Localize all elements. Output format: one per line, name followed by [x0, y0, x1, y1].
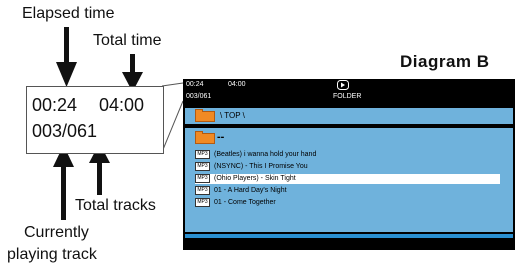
- callout-track-counter: 003/061: [32, 121, 98, 141]
- path-bar: \ TOP \: [185, 108, 513, 124]
- currently-playing-arrow: [53, 145, 74, 220]
- file-list: -- MP3 (Beatles) i wanna hold your hand …: [185, 128, 513, 232]
- folder-icon: [195, 109, 215, 122]
- screen-mode-label: FOLDER: [333, 93, 362, 100]
- list-item[interactable]: MP3 (NSYNC) - This I Promise You: [195, 162, 500, 172]
- track-title: (Ohio Players) - Skin Tight: [214, 175, 296, 182]
- track-title: 01 - Come Together: [214, 199, 276, 206]
- parent-folder-icon[interactable]: [195, 131, 215, 144]
- callout-elapsed: 00:24: [32, 95, 78, 115]
- mp3-file-icon: MP3: [195, 150, 210, 159]
- track-title: 01 - A Hard Day's Night: [214, 187, 287, 194]
- mp3-file-icon: MP3: [195, 198, 210, 207]
- player-screen: 00:24 04:00 003/061 FOLDER \ TOP \ -- MP…: [183, 79, 515, 250]
- screen-track-counter: 003/061: [186, 93, 212, 100]
- track-title: (NSYNC) - This I Promise You: [214, 163, 308, 170]
- mp3-file-icon: MP3: [195, 162, 210, 171]
- list-item[interactable]: MP3 01 - Come Together: [195, 198, 500, 208]
- path-text: \ TOP \: [220, 111, 245, 120]
- list-item[interactable]: MP3 (Beatles) i wanna hold your hand: [195, 150, 500, 160]
- callout-box: 00:24 04:00 003/061: [26, 86, 164, 154]
- mp3-file-icon: MP3: [195, 186, 210, 195]
- bottom-bar: [185, 234, 513, 238]
- parent-folder-label[interactable]: --: [217, 131, 224, 143]
- callout-pointer-bottom: [161, 100, 184, 153]
- play-icon: [337, 80, 349, 90]
- mp3-file-icon: MP3: [195, 174, 210, 183]
- list-item-selected[interactable]: MP3 (Ohio Players) - Skin Tight: [195, 174, 500, 184]
- screen-total: 04:00: [228, 81, 246, 88]
- callout-pointer-top: [161, 82, 184, 87]
- screen-elapsed: 00:24: [186, 81, 204, 88]
- callout-total: 04:00: [99, 95, 145, 115]
- elapsed-time-arrow: [56, 27, 77, 87]
- list-item[interactable]: MP3 01 - A Hard Day's Night: [195, 186, 500, 196]
- track-title: (Beatles) i wanna hold your hand: [214, 151, 317, 158]
